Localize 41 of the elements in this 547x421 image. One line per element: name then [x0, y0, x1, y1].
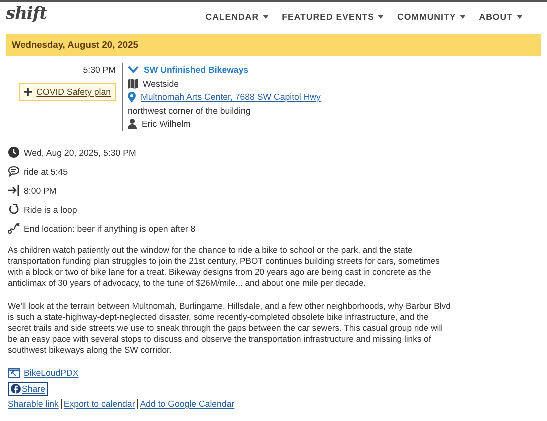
nav-menu-link[interactable]: FEATURED EVENTS — [282, 12, 384, 22]
event-area: Westside — [143, 78, 180, 89]
share-option-link[interactable]: Sharable link — [8, 399, 61, 409]
caret-icon — [378, 15, 384, 19]
map-icon — [128, 78, 138, 89]
event-detail-text: Ride is a loop — [24, 204, 78, 214]
event-detail-text: 8:00 PM — [24, 186, 57, 196]
event-detail-text: ride at 5:45 — [24, 166, 68, 176]
share-option-link[interactable]: Add to Google Calendar — [137, 399, 237, 409]
facebook-icon — [11, 384, 21, 394]
chevron-down-icon[interactable] — [128, 66, 139, 74]
caret-icon — [517, 15, 523, 19]
nav-menu-link[interactable]: ABOUT — [479, 12, 523, 22]
event-detail-text: End location: beer if anything is open after 8 — [24, 224, 196, 234]
event-detail-text: Wed, Aug 20, 2025, 5:30 PM — [24, 148, 136, 158]
arrow-to-bar-icon — [8, 185, 20, 196]
clock-icon — [8, 147, 20, 158]
description-paragraph: As children watch patiently out the window for the chance to ride a bike to school or the park, and the state transportation funding plan struggles to join the 21st century, PBOT continues building streets for cars, sometimes with a block or two of bike lane for a treat. Bikeway designs from 20 years ago are being cast in concrete as the anticlimax of 30 years of advocacy, to the tune of $26M/mile... and about one mile per decade. — [8, 245, 441, 289]
caret-icon — [263, 15, 270, 19]
caret-icon — [460, 15, 466, 19]
plus-icon — [24, 88, 32, 96]
external-link-icon — [8, 368, 20, 378]
speech-bubble-icon — [8, 166, 20, 177]
loop-icon — [8, 204, 20, 215]
route-icon — [8, 223, 20, 234]
nav-menu-link[interactable]: COMMUNITY — [397, 12, 466, 22]
nav-menu-link[interactable]: CALENDAR — [206, 12, 270, 22]
venue-link[interactable]: Multnomah Arts Center, 7688 SW Capitol Hwy — [141, 92, 321, 102]
event-title[interactable]: SW Unfinished Bikeways — [128, 63, 321, 77]
safety-plan-button[interactable]: COVID Safety plan — [18, 83, 116, 101]
site-logo[interactable]: shift — [6, 4, 48, 24]
organizer-name: Eric Wilhelm — [142, 119, 191, 130]
person-icon — [128, 119, 137, 130]
date-heading: Wednesday, August 20, 2025 — [12, 40, 138, 50]
web-link[interactable]: BikeLoudPDX — [24, 368, 79, 378]
location-pin-icon — [128, 92, 136, 103]
share-button[interactable]: Share — [8, 382, 48, 396]
location-details: northwest corner of the building — [128, 106, 251, 116]
description-paragraph: We'll look at the terrain between Multnomah, Burlingame, Hillsdale, and a few other neighborhoods, why Barbur Blvd is such a state-highway-dept-neglected disaster, some recently-completed obsolete bike infrastructure, and the secret trails and side streets we use to sneak through the gaps between the car sewers. This casual group ride will be an easy pace with several stops to discuss and observe the transportation infrastructure and missing links of southwest bikeways along the SW corridor. — [8, 301, 452, 356]
share-option-link[interactable]: Export to calendar — [60, 399, 138, 409]
event-time: 5:30 PM — [83, 65, 116, 75]
